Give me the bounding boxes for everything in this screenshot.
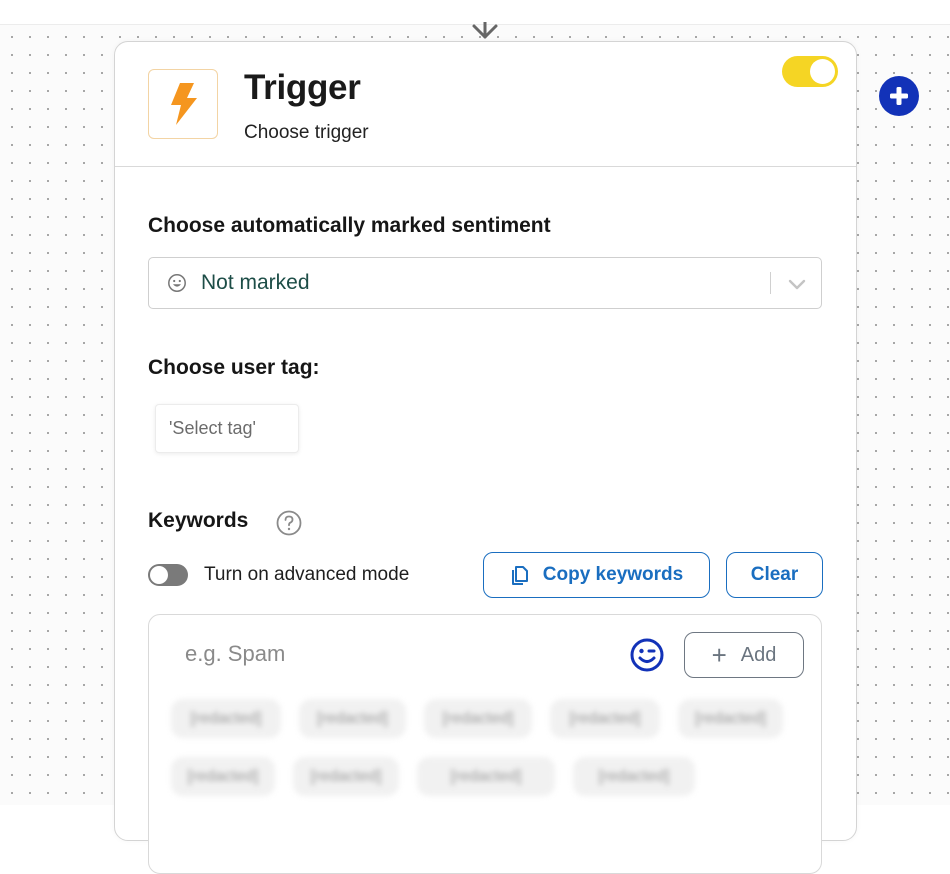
plus-circle-icon bbox=[890, 87, 908, 105]
copy-icon bbox=[511, 566, 528, 585]
card-subtitle: Choose trigger bbox=[244, 122, 369, 143]
advanced-mode-toggle[interactable] bbox=[148, 564, 188, 586]
add-node-button[interactable] bbox=[879, 76, 919, 116]
select-divider bbox=[769, 272, 771, 294]
trigger-node-card: Trigger Choose trigger Choose automatica… bbox=[114, 41, 857, 874]
sentiment-label: Choose automatically marked sentiment bbox=[148, 214, 551, 237]
card-header: Trigger Choose trigger bbox=[115, 42, 856, 167]
chip-row: [redacted] [redacted] [redacted] [redact… bbox=[171, 757, 811, 796]
plus-icon: + bbox=[711, 639, 727, 670]
question-circle-icon[interactable] bbox=[276, 510, 302, 536]
keyword-input[interactable] bbox=[185, 641, 585, 667]
keywords-label: Keywords bbox=[148, 509, 249, 532]
lightning-bolt-icon bbox=[171, 83, 197, 125]
keyword-chip[interactable]: [redacted] bbox=[293, 757, 399, 796]
wink-emoji-icon[interactable] bbox=[629, 637, 665, 673]
keywords-box: + Add [redacted] [redacted] [redacted] [… bbox=[148, 614, 822, 874]
keyword-chip[interactable]: [redacted] bbox=[424, 699, 532, 738]
add-keyword-button[interactable]: + Add bbox=[684, 632, 804, 678]
keyword-chip[interactable]: [redacted] bbox=[417, 757, 555, 796]
advanced-mode-label: Turn on advanced mode bbox=[204, 564, 410, 585]
sentiment-select[interactable]: Not marked bbox=[148, 257, 822, 309]
keyword-chips: [redacted] [redacted] [redacted] [redact… bbox=[171, 699, 811, 815]
chevron-down-icon[interactable] bbox=[786, 273, 808, 295]
user-tag-select[interactable]: 'Select tag' bbox=[155, 404, 299, 453]
node-enabled-toggle[interactable] bbox=[782, 56, 838, 87]
clear-button[interactable]: Clear bbox=[726, 552, 823, 598]
toggle-knob bbox=[150, 566, 168, 584]
add-label: Add bbox=[740, 643, 777, 666]
keyword-chip[interactable]: [redacted] bbox=[550, 699, 660, 738]
keyword-chip[interactable]: [redacted] bbox=[573, 757, 695, 796]
card-title: Trigger bbox=[244, 68, 361, 107]
user-tag-label: Choose user tag: bbox=[148, 356, 320, 379]
smiley-icon bbox=[168, 274, 186, 292]
copy-keywords-label: Copy keywords bbox=[542, 564, 684, 585]
top-strip bbox=[0, 0, 950, 24]
sentiment-selected-value: Not marked bbox=[201, 271, 310, 294]
clear-label: Clear bbox=[750, 564, 799, 585]
keyword-chip[interactable]: [redacted] bbox=[678, 699, 783, 738]
keyword-chip[interactable]: [redacted] bbox=[171, 699, 281, 738]
keyword-chip[interactable]: [redacted] bbox=[171, 757, 275, 796]
chip-row: [redacted] [redacted] [redacted] [redact… bbox=[171, 699, 811, 738]
arrow-down-icon bbox=[472, 22, 498, 39]
toggle-knob bbox=[810, 59, 835, 84]
copy-keywords-button[interactable]: Copy keywords bbox=[483, 552, 710, 598]
trigger-icon-box bbox=[148, 69, 218, 139]
keyword-chip[interactable]: [redacted] bbox=[299, 699, 406, 738]
